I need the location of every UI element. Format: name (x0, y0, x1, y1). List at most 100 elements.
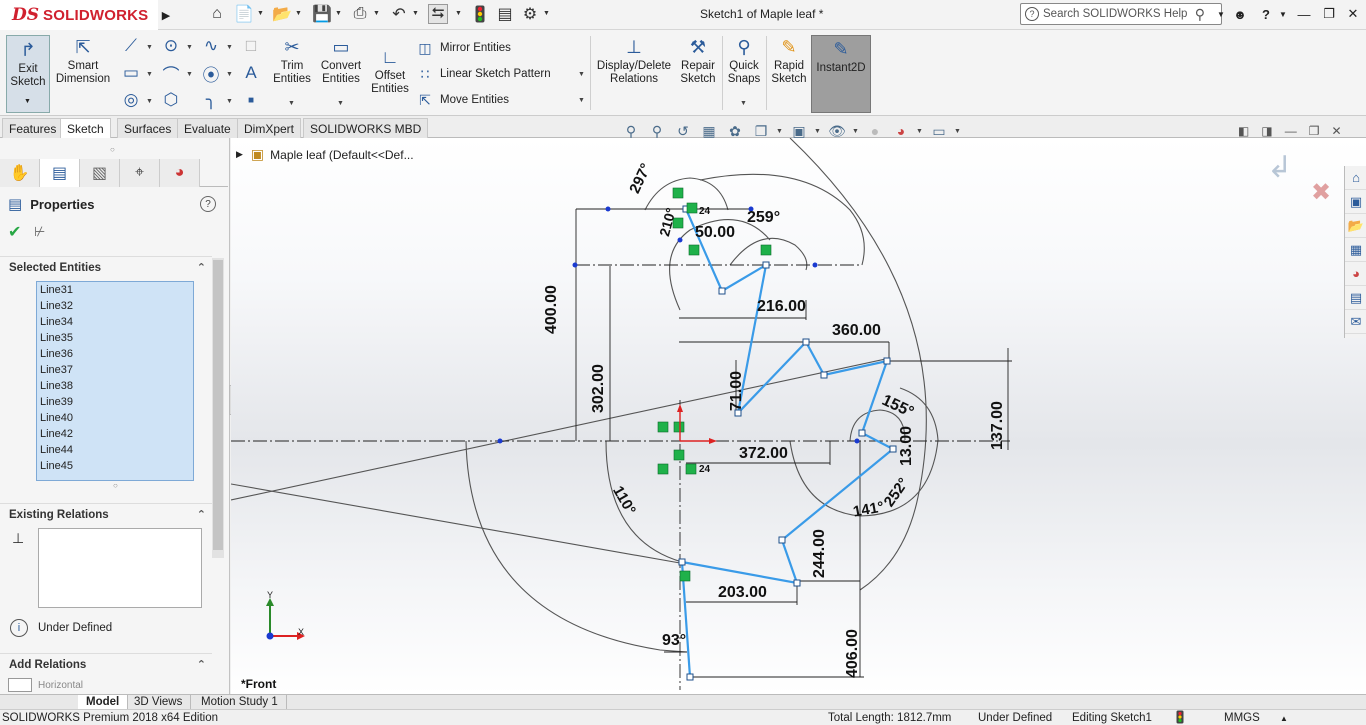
spline-dropdown-icon[interactable]: ▼ (226, 44, 233, 51)
selected-entity-item[interactable]: Line44 (37, 442, 193, 458)
repair-sketch-button[interactable]: ⚒ Repair Sketch (678, 36, 718, 86)
restore-window-icon[interactable]: ❐ (1318, 4, 1340, 24)
help-dropdown-icon[interactable]: ▼ (1272, 4, 1294, 24)
dimension-141[interactable]: 141° (852, 498, 886, 520)
add-relations-header[interactable]: Add Relations ⌃ (0, 653, 212, 675)
dimension-216[interactable]: 216.00 (757, 298, 806, 316)
undo-dropdown-icon[interactable]: ▼ (412, 10, 419, 17)
dimension-93[interactable]: 93° (662, 632, 686, 650)
existing-relations-header[interactable]: Existing Relations ⌃ (0, 503, 212, 525)
selected-entity-item[interactable]: Line39 (37, 394, 193, 410)
appearance-icon[interactable]: ● (864, 121, 886, 141)
selected-entity-item[interactable]: Line34 (37, 314, 193, 330)
view-settings-dropdown-icon[interactable]: ▼ (954, 128, 962, 135)
dimension-297[interactable]: 297° (626, 161, 655, 196)
menu-expand-icon[interactable]: ▶ (159, 4, 173, 26)
selected-entity-item[interactable]: Line36 (37, 346, 193, 362)
move-dropdown-icon[interactable]: ▼ (578, 97, 585, 104)
units-dropdown-icon[interactable]: ▲ (1280, 711, 1288, 725)
new-document-icon[interactable]: 📄 (234, 4, 254, 24)
configuration-manager-tab-icon[interactable]: ▧ (80, 159, 120, 187)
fillet-dropdown-icon[interactable]: ▼ (226, 98, 233, 105)
home-icon[interactable]: ⌂ (207, 4, 227, 24)
dimension-302[interactable]: 302.00 (590, 364, 608, 413)
dimension-372[interactable]: 372.00 (739, 445, 788, 463)
horizontal-relation-option[interactable]: Horizontal (8, 678, 83, 692)
traffic-light-icon[interactable] (470, 4, 490, 24)
dimension-137[interactable]: 137.00 (989, 401, 1007, 450)
display-style-dropdown-icon[interactable]: ▼ (814, 128, 822, 135)
convert-entities-button[interactable]: ▭ Convert Entities (318, 36, 364, 86)
help-icon[interactable]: ? (200, 196, 216, 212)
rebuild-traffic-icon[interactable] (1176, 710, 1184, 725)
solidworks-forum-icon[interactable]: ✉ (1345, 310, 1366, 334)
dimension-155[interactable]: 155° (879, 392, 916, 422)
user-account-icon[interactable]: ☻ (1229, 4, 1251, 24)
exit-sketch-dropdown-icon[interactable]: ▼ (24, 98, 31, 105)
dimension-252[interactable]: 252° (881, 475, 913, 510)
trim-dropdown-icon[interactable]: ▼ (288, 100, 295, 107)
unit-system-label[interactable]: MMGS (1224, 711, 1260, 725)
view-palette-icon[interactable]: ▦ (1345, 238, 1366, 262)
ellipse-icon[interactable]: ⦿ (200, 63, 222, 85)
property-manager-tab-icon[interactable]: ▤ (40, 159, 80, 187)
file-explorer-icon[interactable]: 📂 (1345, 214, 1366, 238)
selected-entities-header[interactable]: Selected Entities ⌃ (0, 256, 212, 278)
linear-sketch-pattern-button[interactable]: ∷ Linear Sketch Pattern (416, 66, 551, 82)
expand-arrow-icon[interactable]: ▶ (236, 149, 243, 160)
zoom-to-fit-icon[interactable]: ⚲ (620, 121, 642, 141)
tab-sketch[interactable]: Sketch (60, 118, 111, 139)
viewport-close-icon[interactable]: ✕ (1331, 124, 1341, 138)
help-search-input[interactable]: ? Search SOLIDWORKS Help ⚲ (1020, 3, 1222, 25)
tab-3d-views[interactable]: 3D Views (126, 695, 192, 710)
scene-icon[interactable]: ◕ (890, 121, 912, 141)
view-orientation-dropdown-icon[interactable]: ▼ (776, 128, 784, 135)
dimension-244[interactable]: 244.00 (811, 529, 829, 578)
quick-snaps-button[interactable]: ⚲ Quick Snaps (726, 36, 762, 86)
view-orientation-icon[interactable]: ❐ (750, 121, 772, 141)
select-cursor-icon[interactable]: ⮀ (428, 4, 448, 24)
print-icon[interactable]: ⎙ (350, 4, 370, 24)
existing-relations-list[interactable] (38, 528, 202, 608)
selected-entity-item[interactable]: Line42 (37, 426, 193, 442)
selected-entity-item[interactable]: Line45 (37, 458, 193, 474)
smart-dimension-button[interactable]: ⇱ Smart Dimension (53, 36, 113, 86)
options-gear-icon[interactable]: ⚙ (520, 4, 540, 24)
display-style-icon[interactable]: ▣ (788, 121, 810, 141)
confirmation-cancel-icon[interactable]: ✖ (1311, 178, 1331, 207)
spline-icon[interactable]: ∿ (200, 36, 222, 56)
dynamic-annotation-icon[interactable]: ✿ (724, 121, 746, 141)
tab-motion-study-1[interactable]: Motion Study 1 (193, 695, 287, 710)
design-library-icon[interactable]: ▣ (1345, 190, 1366, 214)
move-entities-button[interactable]: ⇱ Move Entities (416, 92, 509, 108)
convert-dropdown-icon[interactable]: ▼ (337, 100, 344, 107)
viewport-right-icon[interactable]: ◨ (1261, 124, 1272, 138)
dimension-406[interactable]: 406.00 (844, 629, 862, 678)
tab-solidworks-mbd[interactable]: SOLIDWORKS MBD (303, 118, 429, 138)
tab-dimxpert[interactable]: DimXpert (237, 118, 302, 138)
new-dropdown-icon[interactable]: ▼ (257, 10, 264, 17)
rectangle-dropdown-icon[interactable]: ▼ (146, 71, 153, 78)
dimension-400[interactable]: 400.00 (543, 285, 561, 334)
file-properties-icon[interactable]: ▤ (495, 4, 515, 24)
select-dropdown-icon[interactable]: ▼ (455, 10, 462, 17)
dimension-360[interactable]: 360.00 (832, 322, 881, 340)
list-resize-grip-icon[interactable]: ○ (113, 481, 118, 490)
selected-entity-item[interactable]: Line35 (37, 330, 193, 346)
scene-dropdown-icon[interactable]: ▼ (916, 128, 924, 135)
ok-checkmark-icon[interactable]: ✔ (8, 222, 21, 242)
minimize-window-icon[interactable]: — (1293, 4, 1315, 24)
selected-entity-item[interactable]: Line37 (37, 362, 193, 378)
scrollbar-thumb[interactable] (213, 260, 223, 550)
quick-snaps-dropdown-icon[interactable]: ▼ (740, 100, 747, 107)
dimension-13[interactable]: 13.00 (898, 426, 916, 466)
dimension-71[interactable]: 71.00 (728, 371, 746, 411)
slot-icon[interactable]: ◎ (120, 90, 142, 110)
save-dropdown-icon[interactable]: ▼ (335, 10, 342, 17)
pin-icon[interactable]: ⊬ (34, 224, 45, 240)
offset-entities-button[interactable]: ∟ Offset Entities (368, 46, 412, 96)
options-dropdown-icon[interactable]: ▼ (543, 10, 550, 17)
dimension-210[interactable]: 210° (656, 206, 679, 238)
collapse-chevron-icon[interactable]: ⌃ (197, 508, 206, 521)
dimension-259[interactable]: 259° (747, 209, 780, 227)
